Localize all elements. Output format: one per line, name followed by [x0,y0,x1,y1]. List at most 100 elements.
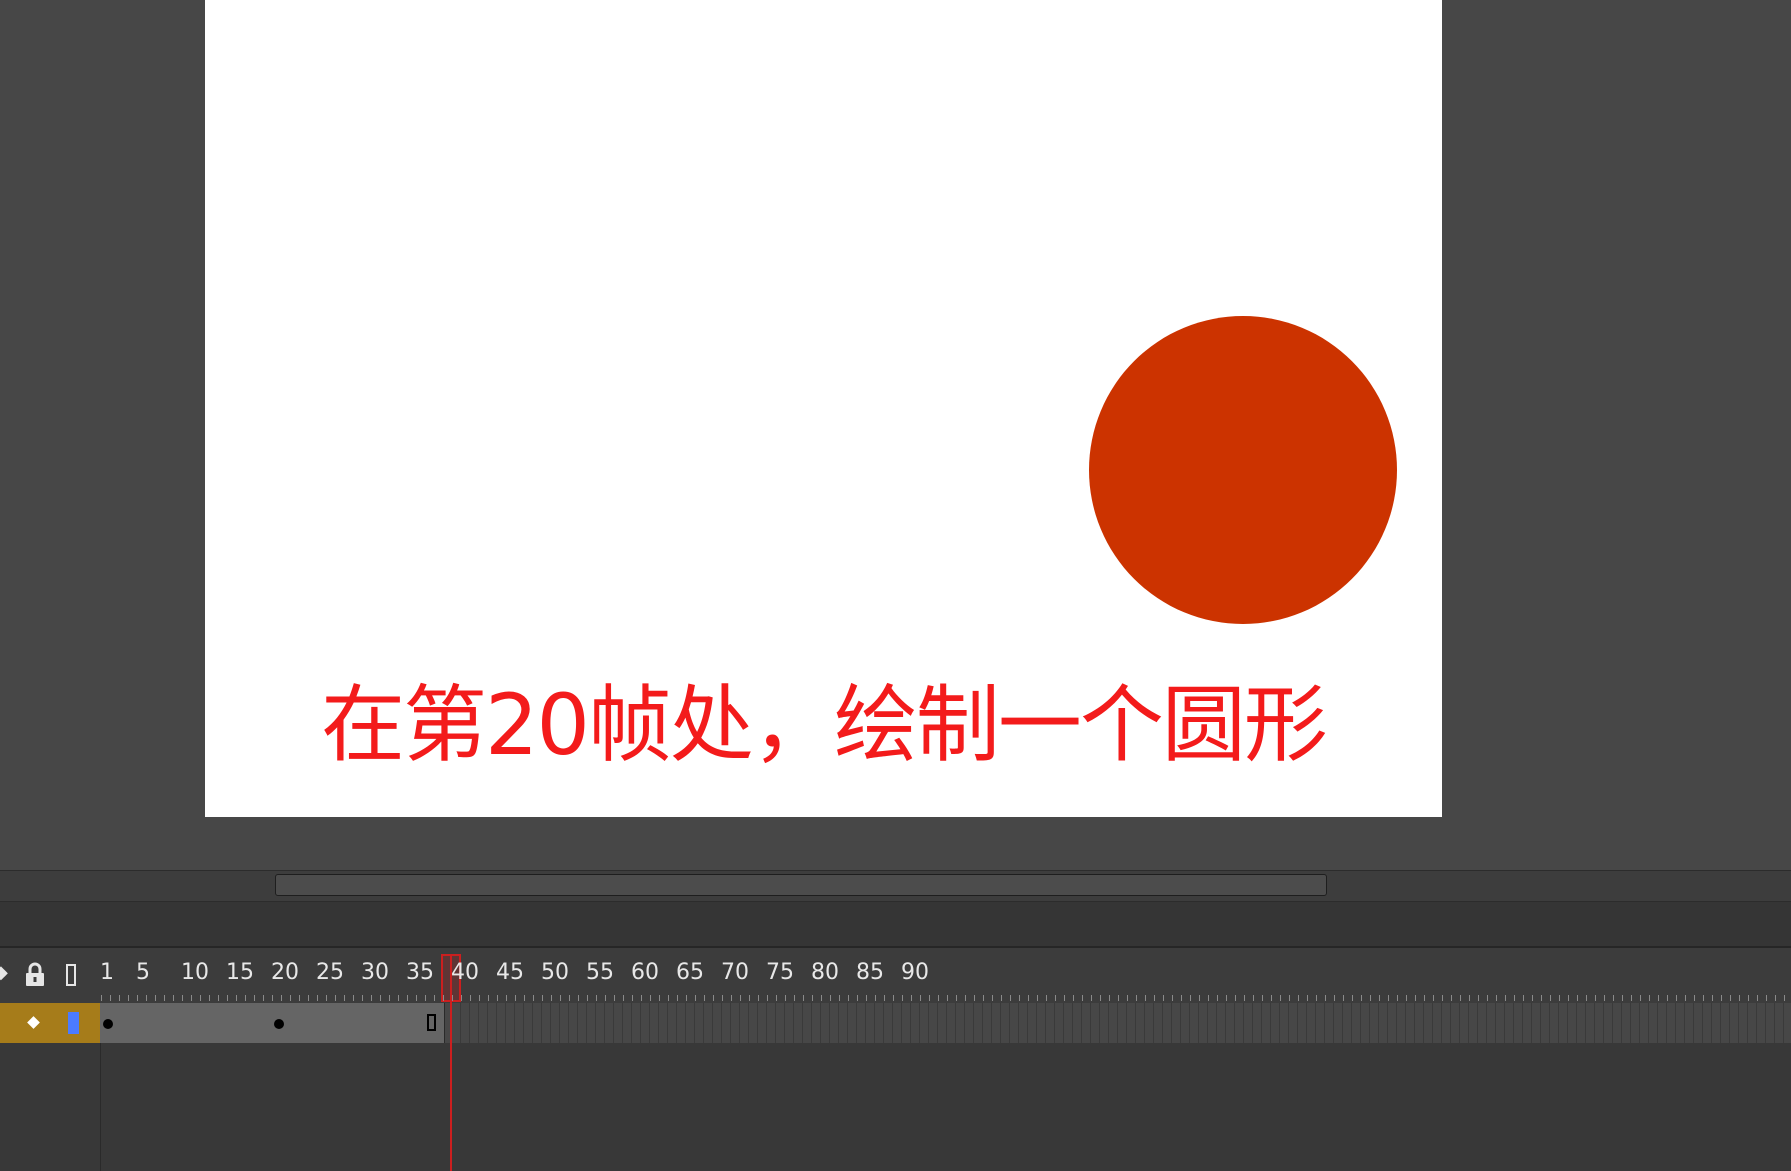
frame-cell[interactable] [955,1003,956,1043]
frame-ruler[interactable]: 1 5 10 15 20 25 30 35 40 45 50 55 60 65 70 75 80 85 90 [100,948,1791,1003]
frame-cell[interactable] [1459,1003,1460,1043]
frame-cell[interactable] [1387,1003,1388,1043]
frame-cell[interactable] [1108,1003,1109,1043]
keyframe-dot[interactable] [103,1019,113,1029]
frame-cell[interactable] [1351,1003,1352,1043]
frame-cell[interactable] [874,1003,875,1043]
frame-cell[interactable] [1009,1003,1010,1043]
frame-cell[interactable] [1162,1003,1163,1043]
frame-cell[interactable] [1171,1003,1172,1043]
frame-cell[interactable] [1000,1003,1001,1043]
frame-cell[interactable] [541,1003,542,1043]
frame-cell[interactable] [1441,1003,1442,1043]
frame-cell[interactable] [1396,1003,1397,1043]
frame-cell[interactable] [1693,1003,1694,1043]
frame-cell[interactable] [1252,1003,1253,1043]
frame-cell[interactable] [1702,1003,1703,1043]
frame-cell[interactable] [550,1003,551,1043]
frame-cell[interactable] [820,1003,821,1043]
frame-cell[interactable] [568,1003,569,1043]
frame-cell[interactable] [865,1003,866,1043]
frame-cell[interactable] [523,1003,524,1043]
frame-cell[interactable] [1369,1003,1370,1043]
frame-cell[interactable] [1468,1003,1469,1043]
frame-cell[interactable] [1189,1003,1190,1043]
frame-cell[interactable] [802,1003,803,1043]
frame-cell[interactable] [1531,1003,1532,1043]
frame-cell[interactable] [1279,1003,1280,1043]
frame-cell[interactable] [973,1003,974,1043]
frame-cell[interactable] [1153,1003,1154,1043]
frame-cell[interactable] [811,1003,812,1043]
frame-cell[interactable] [757,1003,758,1043]
frame-cell[interactable] [496,1003,497,1043]
frame-cell[interactable] [1558,1003,1559,1043]
layer-name-cell[interactable] [0,1003,100,1043]
frame-cell[interactable] [1378,1003,1379,1043]
frame-cell[interactable] [1045,1003,1046,1043]
frame-cell[interactable] [1018,1003,1019,1043]
frame-cell[interactable] [1288,1003,1289,1043]
stage-canvas[interactable]: 在第20帧处，绘制一个圆形 [205,0,1442,817]
frame-cell[interactable] [487,1003,488,1043]
frame-cell[interactable] [469,1003,470,1043]
frame-cell[interactable] [919,1003,920,1043]
frame-cell[interactable] [649,1003,650,1043]
frame-cell[interactable] [1315,1003,1316,1043]
frame-cell[interactable] [1234,1003,1235,1043]
frame-cell[interactable] [1720,1003,1721,1043]
frame-cell[interactable] [658,1003,659,1043]
frame-cell[interactable] [613,1003,614,1043]
frame-cell[interactable] [982,1003,983,1043]
frame-cell[interactable] [1477,1003,1478,1043]
frame-cell[interactable] [1711,1003,1712,1043]
frame-cell[interactable] [694,1003,695,1043]
frame-cell[interactable] [766,1003,767,1043]
frame-cell[interactable] [1360,1003,1361,1043]
frame-cell[interactable] [1243,1003,1244,1043]
frame-cell[interactable] [1063,1003,1064,1043]
frame-cell[interactable] [991,1003,992,1043]
frame-cell[interactable] [1144,1003,1145,1043]
frame-cell[interactable] [586,1003,587,1043]
frame-cell[interactable] [1432,1003,1433,1043]
frame-cell[interactable] [1072,1003,1073,1043]
frame-cell[interactable] [1306,1003,1307,1043]
frame-cell[interactable] [640,1003,641,1043]
frame-cell[interactable] [901,1003,902,1043]
frame-cell[interactable] [1297,1003,1298,1043]
frame-cell[interactable] [1765,1003,1766,1043]
frame-cell[interactable] [928,1003,929,1043]
frame-cell[interactable] [1567,1003,1568,1043]
frame-cell[interactable] [595,1003,596,1043]
frame-cell[interactable] [1747,1003,1748,1043]
frame-cell[interactable] [1135,1003,1136,1043]
frame-cell[interactable] [1324,1003,1325,1043]
frame-cell[interactable] [748,1003,749,1043]
frame-cell[interactable] [1099,1003,1100,1043]
frame-cell[interactable] [892,1003,893,1043]
frame-cell[interactable] [1342,1003,1343,1043]
frame-cell[interactable] [604,1003,605,1043]
frame-cell[interactable] [964,1003,965,1043]
frame-cell[interactable] [1423,1003,1424,1043]
frame-cell[interactable] [1549,1003,1550,1043]
frame-cell[interactable] [460,1003,461,1043]
frame-cell[interactable] [676,1003,677,1043]
frame-cell[interactable] [784,1003,785,1043]
layer-visibility-dot[interactable] [27,1016,40,1029]
frame-cell[interactable] [1684,1003,1685,1043]
frame-cell[interactable] [1612,1003,1613,1043]
frame-cell[interactable] [1486,1003,1487,1043]
frame-cell[interactable] [478,1003,479,1043]
frame-cell[interactable] [1270,1003,1271,1043]
frame-cell[interactable] [1585,1003,1586,1043]
eye-icon[interactable]: ◆ [0,964,8,982]
frame-cell[interactable] [1027,1003,1028,1043]
frame-cell[interactable] [946,1003,947,1043]
frame-cell[interactable] [1036,1003,1037,1043]
frame-cell[interactable] [577,1003,578,1043]
frame-cell[interactable] [1603,1003,1604,1043]
frame-cell[interactable] [1054,1003,1055,1043]
frame-cell[interactable] [1090,1003,1091,1043]
